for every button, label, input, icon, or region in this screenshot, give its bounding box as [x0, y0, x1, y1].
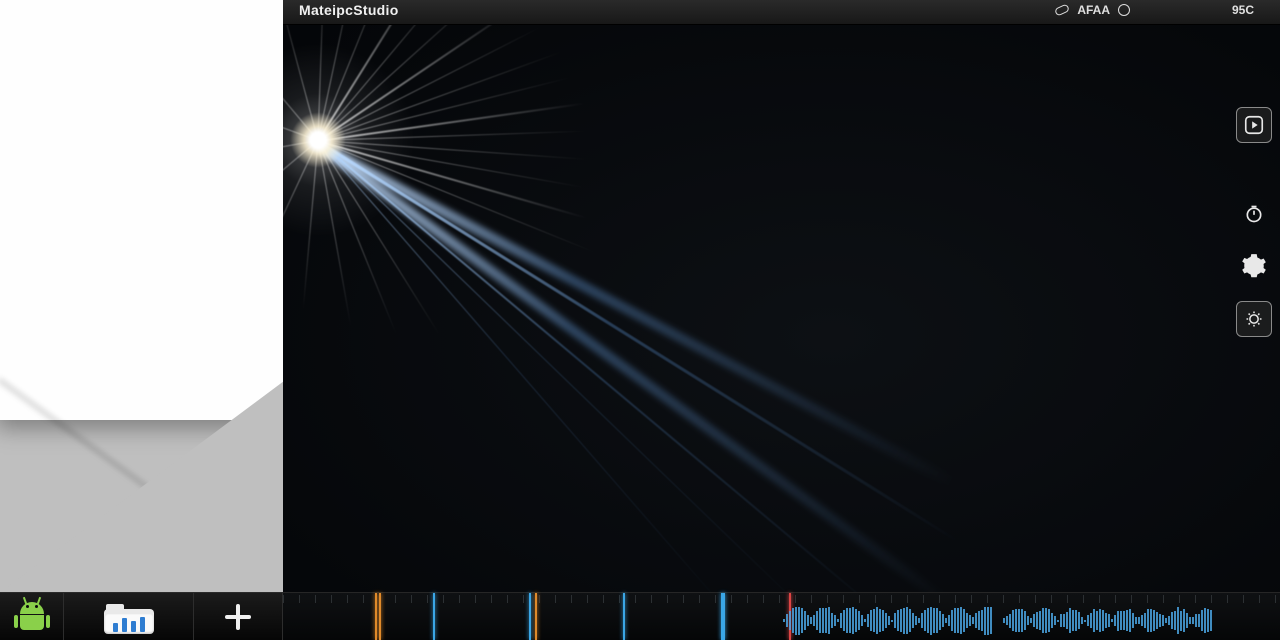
- status-label-right: 95C: [1232, 3, 1254, 17]
- settings-button[interactable]: [1237, 249, 1271, 283]
- fx-button[interactable]: [1236, 301, 1272, 337]
- timeline[interactable]: [283, 592, 1280, 640]
- audio-clip[interactable]: [1003, 605, 1213, 636]
- status-label-left: AFAA: [1077, 3, 1110, 17]
- plus-icon: [225, 604, 251, 630]
- side-panel: [0, 0, 283, 592]
- taskbar-add-button[interactable]: [194, 593, 283, 640]
- timeline-marker[interactable]: [375, 593, 377, 640]
- folder-bars-icon: [104, 600, 154, 634]
- status-cluster: AFAA: [1055, 3, 1130, 17]
- right-toolbar: [1236, 107, 1272, 337]
- taskbar: [0, 592, 283, 640]
- audio-clip[interactable]: [783, 605, 993, 636]
- android-icon: [15, 600, 49, 634]
- title-bar: MateipcStudio AFAA 95C: [283, 0, 1280, 25]
- timeline-marker[interactable]: [535, 593, 537, 640]
- timeline-marker[interactable]: [723, 593, 725, 640]
- preview-viewport[interactable]: [283, 25, 1280, 592]
- taskbar-start-button[interactable]: [0, 593, 64, 640]
- timeline-marker[interactable]: [623, 593, 625, 640]
- link-icon: [1054, 3, 1070, 16]
- play-button[interactable]: [1236, 107, 1272, 143]
- app-title: MateipcStudio: [299, 2, 399, 18]
- blank-document-card[interactable]: [0, 0, 283, 420]
- card-cut-decoration: [0, 378, 283, 592]
- record-indicator-icon: [1118, 4, 1130, 16]
- timeline-marker[interactable]: [379, 593, 381, 640]
- lens-flare-effect: [318, 140, 320, 142]
- timeline-marker[interactable]: [529, 593, 531, 640]
- taskbar-explorer-button[interactable]: [64, 593, 194, 640]
- timer-button[interactable]: [1237, 197, 1271, 231]
- timeline-marker[interactable]: [433, 593, 435, 640]
